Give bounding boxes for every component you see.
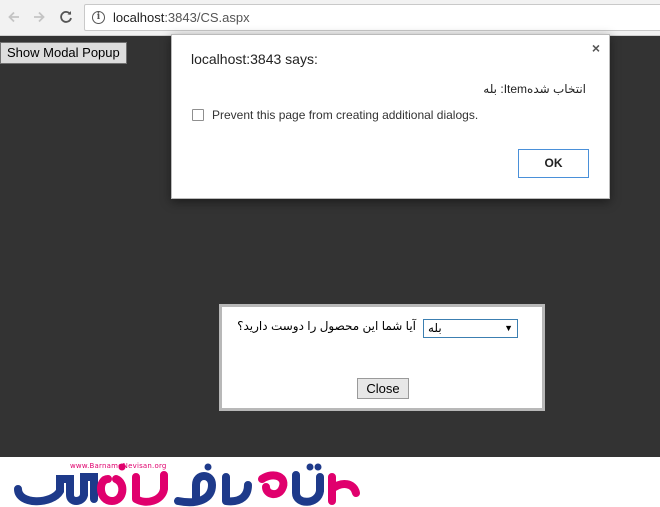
address-bar[interactable]: i localhost:3843/CS.aspx [84, 4, 660, 31]
barnamenevisan-logo [14, 463, 360, 507]
brand-footer: www.BarnameNevisan.org [0, 457, 660, 507]
prevent-dialogs-checkbox[interactable] [192, 109, 204, 121]
reload-icon [60, 11, 72, 23]
prevent-dialogs-label: Prevent this page from creating addition… [212, 108, 479, 122]
brand-site-url: www.BarnameNevisan.org [70, 462, 167, 470]
alert-title: localhost:3843 says: [191, 51, 318, 67]
alert-ok-button[interactable]: OK [518, 149, 589, 178]
arrow-left-icon [8, 11, 19, 23]
forward-button[interactable] [29, 7, 49, 27]
answer-select-value: بله [428, 321, 442, 335]
info-icon[interactable]: i [92, 11, 105, 24]
url-host: localhost [113, 10, 165, 25]
url-path: :3843/CS.aspx [164, 10, 250, 25]
arrow-right-icon [34, 11, 45, 23]
show-modal-popup-button[interactable]: Show Modal Popup [0, 42, 127, 64]
browser-toolbar: i localhost:3843/CS.aspx [0, 0, 660, 36]
modal-popup: آیا شما این محصول را دوست دارید؟ بله ▼ C… [219, 304, 545, 411]
prevent-dialogs-option[interactable]: Prevent this page from creating addition… [192, 108, 478, 122]
reload-button[interactable] [56, 7, 76, 27]
alert-dialog: localhost:3843 says: × انتخاب شدهItem: ب… [171, 34, 610, 199]
alert-message: انتخاب شدهItem: بله [483, 82, 586, 96]
modal-close-button[interactable]: Close [357, 378, 409, 399]
address-url: localhost:3843/CS.aspx [113, 10, 250, 25]
dropdown-arrow-icon: ▼ [504, 323, 513, 333]
back-button[interactable] [4, 7, 24, 27]
alert-close-icon[interactable]: × [592, 41, 600, 55]
answer-select[interactable]: بله ▼ [423, 319, 518, 338]
modal-question: آیا شما این محصول را دوست دارید؟ [237, 319, 416, 333]
